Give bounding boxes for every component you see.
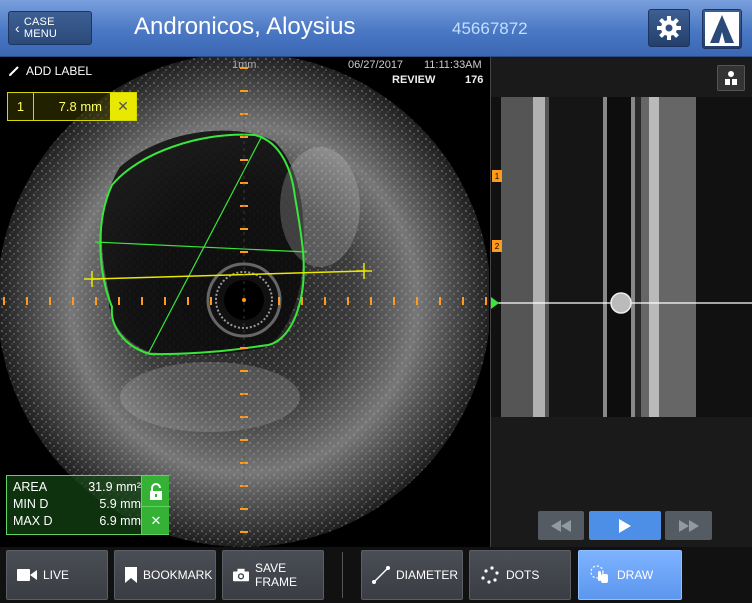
dots-button[interactable]: DOTS <box>469 550 571 600</box>
unlock-button[interactable] <box>142 478 170 506</box>
draw-button[interactable]: DRAW <box>578 550 682 600</box>
live-label: LIVE <box>43 568 70 582</box>
ivus-image <box>0 57 489 547</box>
diameter-button[interactable]: DIAMETER <box>361 550 463 600</box>
draw-label: DRAW <box>617 568 654 582</box>
scale-label: 1mm <box>232 59 257 71</box>
add-label-button[interactable]: ADD LABEL <box>8 64 92 78</box>
dots-icon <box>481 566 499 584</box>
lview-wall-right-bright <box>649 97 659 417</box>
diameter-icon <box>372 566 390 584</box>
logo-button[interactable] <box>702 9 742 49</box>
measurement-value: 7.8 mm <box>58 99 102 114</box>
area-label: AREA <box>13 480 48 494</box>
bottom-toolbar: LIVE BOOKMARK SAVE FRAME DIAMETER DOTS D… <box>0 547 752 603</box>
plaque-highlight <box>120 362 300 432</box>
settings-button[interactable] <box>648 9 690 47</box>
play-icon <box>619 518 631 533</box>
toolbar-divider <box>342 552 343 598</box>
lview-outer-left <box>491 97 501 417</box>
patient-name: Andronicos, Aloysius <box>134 13 356 40</box>
add-label-text: ADD LABEL <box>26 64 93 78</box>
ivus-cross-section-view[interactable]: ADD LABEL 1mm 06/27/2017 11:11:33AM REVI… <box>0 57 489 547</box>
max-diameter-value: 6.9 mm <box>99 514 141 528</box>
frame-number: 176 <box>465 74 484 86</box>
view-options-button[interactable] <box>717 65 745 91</box>
area-stats-box: AREA 31.9 mm² MIN D 5.9 mm MAX D 6.9 mm … <box>6 475 170 535</box>
rewind-icon <box>551 519 571 532</box>
lview-wall-left-bright <box>533 97 545 417</box>
date-label: 06/27/2017 <box>348 59 404 71</box>
case-menu-button[interactable]: ‹ CASE MENU <box>8 11 92 45</box>
longitudinal-view[interactable]: 1 2 <box>490 57 752 547</box>
bookmark-button[interactable]: BOOKMARK <box>114 550 216 600</box>
camera-icon <box>233 568 249 582</box>
max-diameter-label: MAX D <box>13 514 53 528</box>
measurement-index: 1 <box>8 93 34 120</box>
case-menu-label: CASE MENU <box>23 16 58 40</box>
bookmark-marker-label: 1 <box>494 171 500 181</box>
plaque-highlight <box>280 147 360 267</box>
dots-label: DOTS <box>506 568 540 582</box>
stats-close-button[interactable]: ✕ <box>142 506 170 534</box>
catheter-center-dot <box>242 298 246 302</box>
playback-controls <box>490 500 752 547</box>
fast-forward-icon <box>678 519 699 532</box>
save-frame-button[interactable]: SAVE FRAME <box>222 550 324 600</box>
bookmark-icon <box>125 567 137 583</box>
patient-id: 45667872 <box>452 19 528 38</box>
save-frame-label: SAVE FRAME <box>255 561 297 589</box>
play-button[interactable] <box>589 511 661 540</box>
stats-actions: ✕ <box>141 476 170 534</box>
lview-lumen-inner <box>607 97 631 417</box>
rewind-button[interactable] <box>538 511 584 540</box>
time-label: 11:11:33AM <box>424 59 482 71</box>
measurement-close-button[interactable]: ✕ <box>110 93 136 120</box>
layout-icon <box>725 71 737 85</box>
close-icon: ✕ <box>150 512 162 528</box>
lview-catheter-right <box>631 97 635 417</box>
bookmark-marker-2[interactable]: 2 <box>492 240 502 252</box>
header-bar: ‹ CASE MENU Andronicos, Aloysius 4566787… <box>0 0 752 57</box>
min-diameter-value: 5.9 mm <box>99 497 141 511</box>
min-diameter-label: MIN D <box>13 497 49 511</box>
chevron-left-icon: ‹ <box>15 20 20 36</box>
live-button[interactable]: LIVE <box>6 550 108 600</box>
lview-outer-right <box>696 97 752 417</box>
unlock-icon <box>150 483 162 500</box>
fast-forward-button[interactable] <box>665 511 712 540</box>
lview-catheter-left <box>603 97 607 417</box>
bookmark-marker-1[interactable]: 1 <box>492 170 502 182</box>
frame-scrubber-handle[interactable] <box>610 292 632 314</box>
video-camera-icon <box>17 569 37 581</box>
pencil-icon <box>9 66 19 76</box>
mode-label: REVIEW <box>392 74 436 86</box>
diameter-label: DIAMETER <box>396 568 459 582</box>
bookmark-label: BOOKMARK <box>143 568 213 582</box>
longitudinal-image <box>491 97 752 527</box>
gear-icon <box>657 16 681 40</box>
lview-lumen <box>549 97 603 417</box>
measurement-box[interactable]: 1 7.8 mm ✕ <box>7 92 137 121</box>
area-value: 31.9 mm² <box>88 480 141 494</box>
logo-icon <box>705 12 739 46</box>
draw-hand-icon <box>590 565 608 583</box>
bookmark-marker-label: 2 <box>494 241 500 251</box>
close-icon: ✕ <box>117 98 129 114</box>
